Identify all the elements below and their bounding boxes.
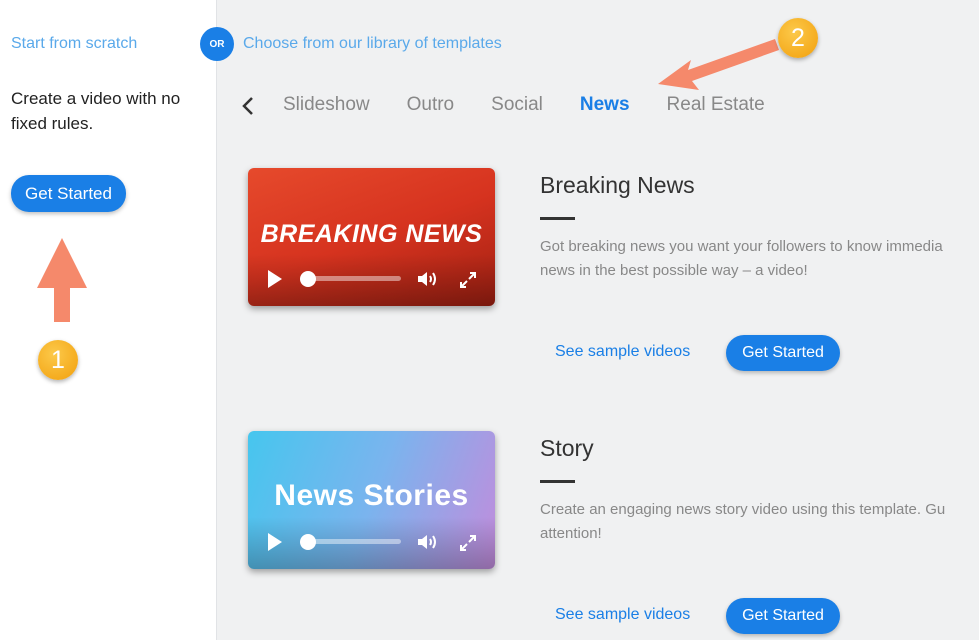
fullscreen-icon[interactable]	[459, 271, 477, 289]
annotation-badge-2: 2	[778, 18, 818, 58]
annotation-badge-1: 1	[38, 340, 78, 380]
fullscreen-icon[interactable]	[459, 534, 477, 552]
tab-slideshow[interactable]: Slideshow	[283, 94, 370, 116]
see-sample-videos-link[interactable]: See sample videos	[555, 343, 690, 361]
library-title: Choose from our library of templates	[243, 35, 502, 52]
or-divider: OR	[200, 27, 234, 61]
template-title: Story	[540, 435, 594, 461]
get-started-button[interactable]: Get Started	[726, 335, 840, 371]
volume-icon[interactable]	[416, 532, 438, 552]
scratch-title: Start from scratch	[11, 35, 138, 52]
play-icon[interactable]	[268, 270, 282, 288]
tab-real-estate[interactable]: Real Estate	[667, 94, 765, 116]
volume-icon[interactable]	[416, 269, 438, 289]
scrubber-track[interactable]	[306, 276, 401, 281]
title-underline	[540, 217, 575, 220]
scratch-get-started-button[interactable]: Get Started	[11, 175, 126, 212]
tab-news[interactable]: News	[580, 94, 630, 116]
template-title: Breaking News	[540, 172, 695, 198]
arrow-left-icon	[658, 39, 779, 90]
thumbnail-title: News Stories	[274, 479, 469, 512]
get-started-button[interactable]: Get Started	[726, 598, 840, 634]
scrubber-handle[interactable]	[300, 534, 316, 550]
template-description: Create an engaging news story video usin…	[540, 501, 946, 542]
tab-social[interactable]: Social	[491, 94, 543, 116]
scratch-description: Create a video with no fixed rules.	[11, 89, 181, 133]
chevron-left-icon[interactable]	[240, 96, 258, 116]
video-player-bar	[248, 254, 495, 306]
title-underline	[540, 480, 575, 483]
play-icon[interactable]	[268, 533, 282, 551]
template-thumbnail-story[interactable]: News Stories	[248, 431, 495, 569]
scratch-panel: Start from scratch Create a video with n…	[0, 0, 217, 640]
scrubber-track[interactable]	[306, 539, 401, 544]
arrow-up-icon	[37, 238, 87, 322]
template-thumbnail-breaking-news[interactable]: BREAKING NEWS	[248, 168, 495, 306]
tab-outro[interactable]: Outro	[407, 94, 455, 116]
scrubber-handle[interactable]	[300, 271, 316, 287]
template-description: Got breaking news you want your follower…	[540, 238, 943, 279]
video-player-bar	[248, 517, 495, 569]
see-sample-videos-link[interactable]: See sample videos	[555, 606, 690, 624]
thumbnail-title: BREAKING NEWS	[260, 220, 483, 248]
category-tabs: Slideshow Outro Social News Real Estate	[283, 94, 802, 116]
